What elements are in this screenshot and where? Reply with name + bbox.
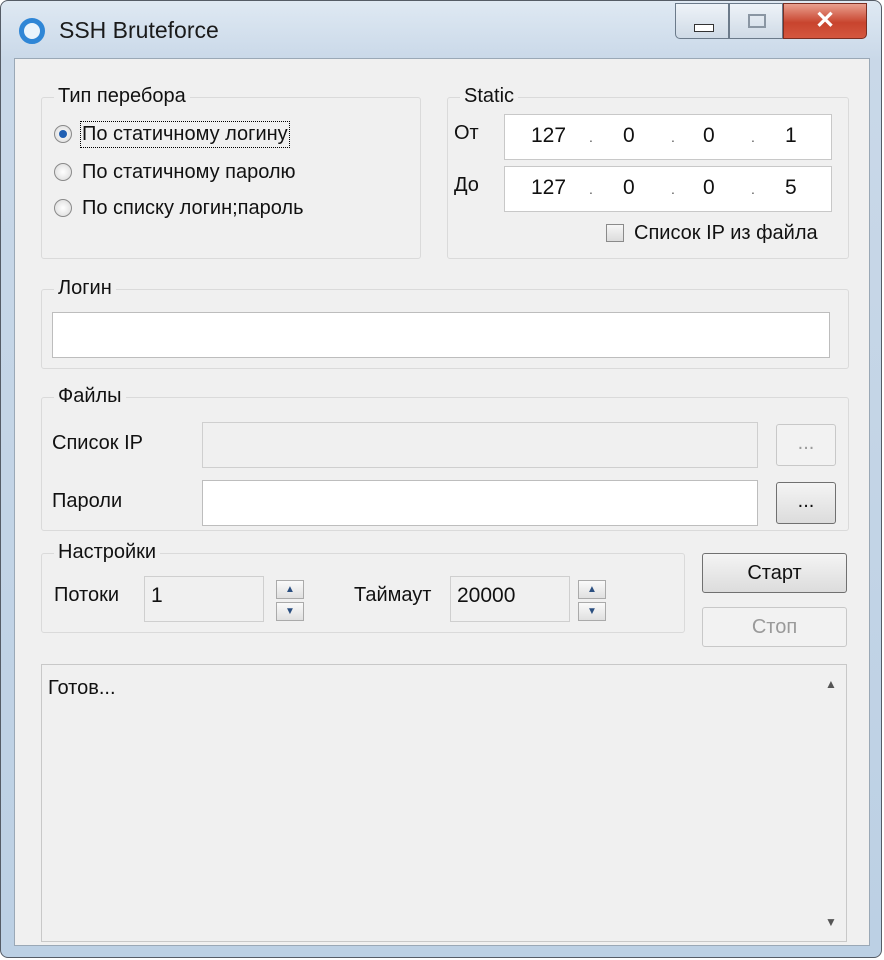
timeout-label: Таймаут (354, 584, 432, 606)
ip-dot: . (589, 181, 593, 197)
ip-from-file-label[interactable]: Список IP из файла (634, 222, 818, 245)
ip-dot: . (751, 181, 755, 197)
static-group-label: Static (460, 85, 519, 108)
login-groupbox: Логин (41, 277, 849, 369)
threads-up-arrow-icon[interactable]: ▲ (276, 580, 304, 599)
ip-from-octet-3: 0 (703, 124, 715, 147)
client-area: Тип перебора По статичному логину По ста… (14, 58, 870, 946)
window-title: SSH Bruteforce (59, 17, 219, 43)
minimize-button[interactable] (675, 3, 729, 39)
files-group-label: Файлы (54, 385, 126, 408)
ip-dot: . (589, 129, 593, 145)
ip-from-file-checkbox[interactable] (606, 224, 624, 242)
timeout-down-arrow-icon[interactable]: ▼ (578, 602, 606, 621)
ip-list-label: Список IP (52, 432, 143, 454)
static-groupbox: Static От 127 . 0 . 0 . 1 До 127 . 0 . 0… (447, 85, 849, 259)
mode-group-label: Тип перебора (54, 85, 190, 108)
stop-button: Стоп (702, 607, 847, 647)
ip-from-octet-2: 0 (623, 124, 635, 147)
settings-groupbox: Настройки Потоки 1 ▲ ▼ Таймаут 20000 ▲ ▼ (41, 541, 685, 633)
radio-button-checked[interactable] (54, 125, 72, 143)
passwords-path-input[interactable] (202, 480, 758, 526)
log-textarea[interactable]: Готов... ▲ ▼ (41, 664, 847, 942)
ip-dot: . (751, 129, 755, 145)
to-label: До (454, 174, 479, 196)
log-scrollbar[interactable]: ▲ ▼ (816, 665, 846, 941)
caption-buttons: ✕ (675, 3, 867, 41)
maximize-icon (748, 14, 766, 28)
scroll-down-arrow-icon[interactable]: ▼ (816, 915, 846, 929)
title-bar[interactable]: SSH Bruteforce ✕ (1, 1, 881, 59)
ip-from-octet-4: 1 (785, 124, 797, 147)
files-groupbox: Файлы Список IP ... Пароли ... (41, 385, 849, 531)
radio-login-pass-list-label: По списку логин;пароль (82, 196, 304, 219)
timeout-up-arrow-icon[interactable]: ▲ (578, 580, 606, 599)
radio-static-login-label: По статичному логину (80, 120, 290, 148)
settings-group-label: Настройки (54, 541, 161, 564)
maximize-button (729, 3, 783, 39)
ip-from-octet-1: 127 (531, 124, 567, 147)
ip-to-input[interactable]: 127 . 0 . 0 . 5 (504, 166, 832, 212)
app-window: SSH Bruteforce ✕ Тип перебора По статичн… (0, 0, 882, 958)
radio-button[interactable] (54, 199, 72, 217)
log-text: Готов... (48, 677, 116, 699)
close-button[interactable]: ✕ (783, 3, 867, 39)
ip-to-octet-4: 5 (785, 176, 797, 199)
app-ring-icon (19, 18, 45, 44)
radio-button[interactable] (54, 163, 72, 181)
login-input[interactable] (52, 312, 830, 358)
ip-list-browse-button: ... (776, 424, 836, 466)
passwords-browse-button[interactable]: ... (776, 482, 836, 524)
login-group-label: Логин (54, 277, 116, 300)
ip-to-octet-1: 127 (531, 176, 567, 199)
ip-list-path-input (202, 422, 758, 468)
scroll-up-arrow-icon[interactable]: ▲ (816, 677, 846, 691)
ip-to-octet-2: 0 (623, 176, 635, 199)
from-label: От (454, 122, 479, 144)
radio-static-password[interactable]: По статичному паролю (54, 158, 296, 186)
close-icon: ✕ (814, 7, 836, 34)
ip-to-octet-3: 0 (703, 176, 715, 199)
mode-groupbox: Тип перебора По статичному логину По ста… (41, 85, 421, 259)
timeout-input[interactable]: 20000 (450, 576, 570, 622)
passwords-label: Пароли (52, 490, 123, 512)
timeout-spinner: ▲ ▼ (578, 580, 608, 622)
ip-dot: . (671, 129, 675, 145)
threads-spinner: ▲ ▼ (276, 580, 306, 622)
threads-input[interactable]: 1 (144, 576, 264, 622)
radio-login-pass-list[interactable]: По списку логин;пароль (54, 194, 304, 222)
ip-from-input[interactable]: 127 . 0 . 0 . 1 (504, 114, 832, 160)
threads-label: Потоки (54, 584, 120, 606)
ip-dot: . (671, 181, 675, 197)
radio-static-login[interactable]: По статичному логину (54, 120, 290, 148)
minimize-icon (694, 24, 714, 32)
start-button[interactable]: Старт (702, 553, 847, 593)
radio-static-password-label: По статичному паролю (82, 160, 296, 183)
threads-down-arrow-icon[interactable]: ▼ (276, 602, 304, 621)
